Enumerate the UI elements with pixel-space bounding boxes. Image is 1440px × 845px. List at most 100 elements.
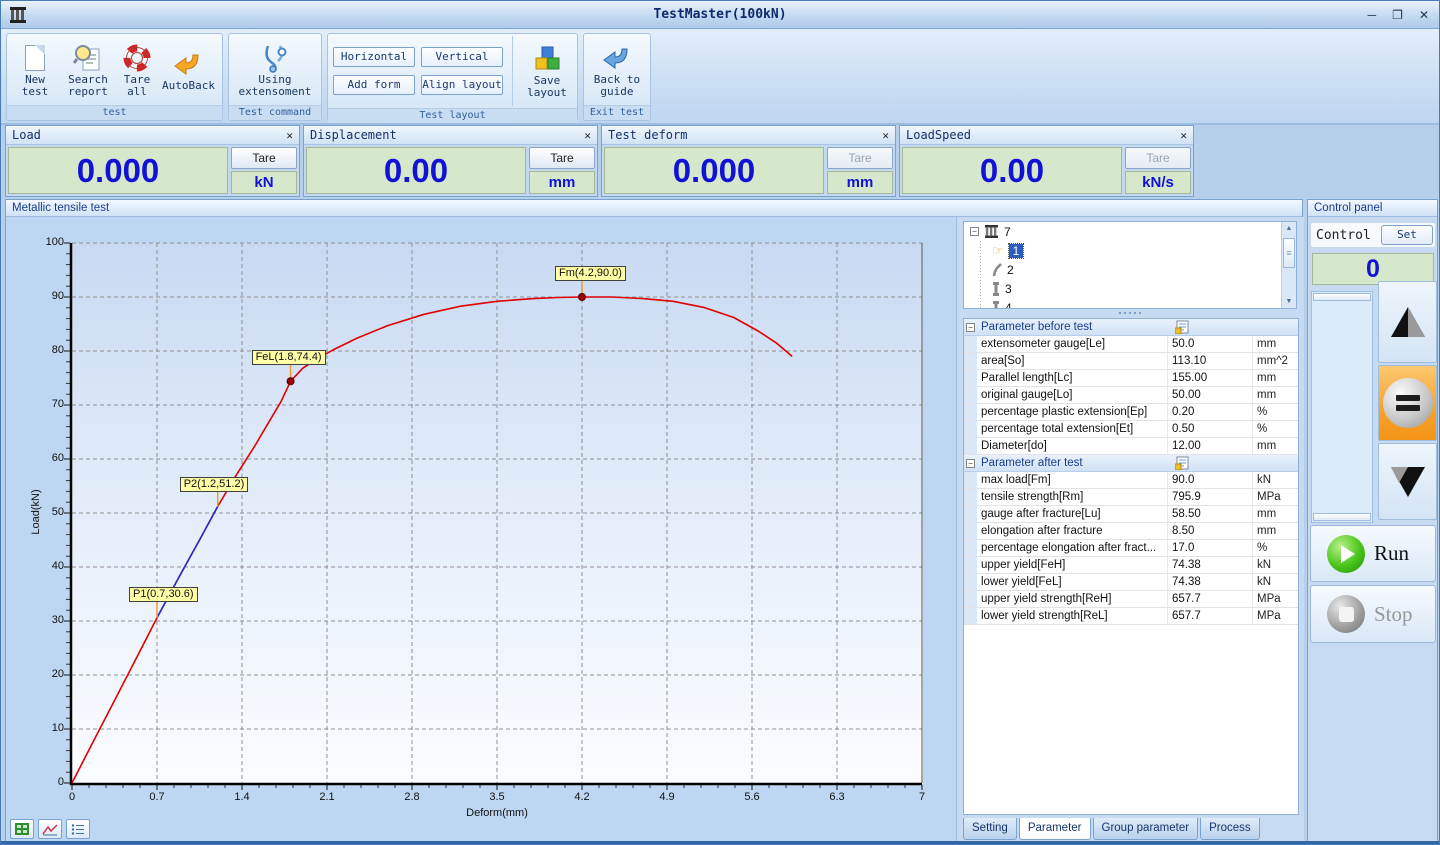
- run-button[interactable]: Run: [1310, 525, 1436, 582]
- loadspeed-value-display: 0.00: [902, 147, 1122, 194]
- hold-icon: [1383, 378, 1433, 428]
- scroll-down-icon[interactable]: ▼: [1282, 295, 1296, 308]
- specimen-tree: − 7 ☞ 1: [963, 221, 1297, 309]
- specimen-icon: [992, 282, 1000, 296]
- annotation-P1[interactable]: P1(0.7,30.6): [129, 587, 198, 602]
- annotation-FeL[interactable]: FeL(1.8,74.4): [252, 350, 326, 365]
- tree-item-4[interactable]: 4: [964, 298, 1296, 309]
- parameter-value[interactable]: 50.0: [1167, 336, 1252, 352]
- search-report-icon: [71, 42, 105, 74]
- jog-down-button[interactable]: [1378, 443, 1437, 520]
- parameter-value[interactable]: 74.38: [1167, 574, 1252, 590]
- autoback-button[interactable]: AutoBack: [160, 46, 217, 94]
- parameter-label: Parallel length[Lc]: [977, 372, 1167, 384]
- y-tick-label: 40: [20, 560, 64, 572]
- x-tick-label: 0.7: [137, 791, 177, 803]
- slider-handle-bottom[interactable]: [1313, 513, 1371, 521]
- chart-toolbar: [10, 819, 90, 839]
- parameter-value[interactable]: 155.00: [1167, 370, 1252, 386]
- grid-view-button[interactable]: [10, 819, 34, 839]
- tare-all-button[interactable]: Tare all: [118, 40, 156, 100]
- parameter-value[interactable]: 50.00: [1167, 387, 1252, 403]
- tree-item-1[interactable]: ☞ 1: [964, 241, 1296, 260]
- ribbon-toolbar: New test Search report: [1, 29, 1439, 125]
- add-form-button[interactable]: Add form: [333, 75, 415, 95]
- scrollbar-thumb[interactable]: [1283, 238, 1295, 268]
- parameter-value[interactable]: 0.50: [1167, 421, 1252, 437]
- edit-form-icon[interactable]: [1175, 320, 1190, 334]
- scroll-up-icon[interactable]: ▲: [1282, 222, 1296, 235]
- align-layout-button[interactable]: Align layout: [421, 75, 503, 95]
- parameter-value[interactable]: 0.20: [1167, 404, 1252, 420]
- parameter-value[interactable]: 90.0: [1167, 472, 1252, 488]
- using-extensometer-button[interactable]: Using extensoment: [234, 40, 316, 100]
- run-label: Run: [1374, 541, 1409, 566]
- parameter-value[interactable]: 12.00: [1167, 438, 1252, 454]
- annotation-Fm[interactable]: Fm(4.2,90.0): [555, 266, 626, 281]
- annotation-P2[interactable]: P2(1.2,51.2): [180, 477, 249, 492]
- parameter-value[interactable]: 795.9: [1167, 489, 1252, 505]
- parameter-row: tensile strength[Rm]795.9MPa: [964, 489, 1298, 506]
- close-icon[interactable]: ✕: [882, 129, 889, 142]
- parameter-value[interactable]: 657.7: [1167, 591, 1252, 607]
- parameter-value[interactable]: 74.38: [1167, 557, 1252, 573]
- meter-test-deform-title: Test deform: [608, 128, 687, 142]
- x-tick-label: 2.8: [392, 791, 432, 803]
- tab-setting[interactable]: Setting: [963, 818, 1017, 840]
- close-icon[interactable]: ✕: [286, 129, 293, 142]
- parameter-unit: mm^2: [1252, 353, 1298, 369]
- minimize-icon[interactable]: ─: [1368, 8, 1377, 22]
- collapse-icon[interactable]: −: [966, 323, 975, 332]
- titlebar: TestMaster(100kN) ─ ❐ ✕: [1, 1, 1439, 29]
- parameter-value[interactable]: 657.7: [1167, 608, 1252, 624]
- slider-handle-top[interactable]: [1313, 293, 1371, 301]
- parameter-value[interactable]: 8.50: [1167, 523, 1252, 539]
- parameter-value[interactable]: 58.50: [1167, 506, 1252, 522]
- speed-slider[interactable]: [1311, 291, 1373, 523]
- jog-up-button[interactable]: [1378, 281, 1437, 363]
- parameter-row: percentage plastic extension[Ep]0.20%: [964, 404, 1298, 421]
- back-to-guide-button[interactable]: Back to guide: [589, 40, 645, 100]
- tare-button-displacement[interactable]: Tare: [529, 147, 595, 169]
- new-test-icon: [18, 42, 52, 74]
- meters-row: Load ✕ 0.000 Tare kN Displacement ✕ 0.00…: [5, 125, 1194, 197]
- parameter-row: lower yield strength[ReL]657.7MPa: [964, 608, 1298, 625]
- list-view-button[interactable]: [66, 819, 90, 839]
- hold-button[interactable]: [1378, 365, 1437, 441]
- close-icon[interactable]: ✕: [1180, 129, 1187, 142]
- collapse-icon[interactable]: −: [966, 459, 975, 468]
- maximize-icon[interactable]: ❐: [1392, 8, 1403, 22]
- parameter-row: area[So]113.10mm^2: [964, 353, 1298, 370]
- curve-icon: [42, 823, 58, 836]
- down-arrow-icon: [1386, 462, 1430, 502]
- displacement-value-display: 0.00: [306, 147, 526, 194]
- parameter-value[interactable]: 113.10: [1167, 353, 1252, 369]
- save-layout-button[interactable]: Save layout: [522, 41, 572, 101]
- splitter-handle[interactable]: [963, 310, 1297, 316]
- parameter-value[interactable]: 17.0: [1167, 540, 1252, 556]
- collapse-icon[interactable]: −: [970, 227, 979, 236]
- new-test-button[interactable]: New test: [12, 40, 58, 100]
- tree-item-3[interactable]: 3: [964, 279, 1296, 298]
- tab-process[interactable]: Process: [1200, 818, 1260, 840]
- vertical-button[interactable]: Vertical: [421, 47, 503, 67]
- tab-parameter[interactable]: Parameter: [1019, 818, 1091, 840]
- close-icon[interactable]: ✕: [584, 129, 591, 142]
- set-button[interactable]: Set: [1381, 225, 1433, 245]
- machine-icon: [984, 225, 999, 238]
- tab-group-parameter[interactable]: Group parameter: [1093, 818, 1199, 840]
- tare-button-load[interactable]: Tare: [231, 147, 297, 169]
- tree-item-2[interactable]: 2: [964, 260, 1296, 279]
- search-report-button[interactable]: Search report: [62, 40, 114, 100]
- parameter-row: percentage total extension[Et]0.50%: [964, 421, 1298, 438]
- tree-root[interactable]: − 7: [964, 222, 1296, 241]
- tree-scrollbar[interactable]: ▲ ▼: [1281, 222, 1296, 308]
- curve-view-button[interactable]: [38, 819, 62, 839]
- horizontal-button[interactable]: Horizontal: [333, 47, 415, 67]
- close-icon[interactable]: ✕: [1419, 8, 1429, 22]
- bottom-tabs: Setting Parameter Group parameter Proces…: [963, 818, 1260, 840]
- tare-button-test-deform: Tare: [827, 147, 893, 169]
- stop-icon: [1327, 595, 1365, 633]
- y-tick-label: 60: [20, 452, 64, 464]
- edit-form-icon[interactable]: [1175, 456, 1190, 470]
